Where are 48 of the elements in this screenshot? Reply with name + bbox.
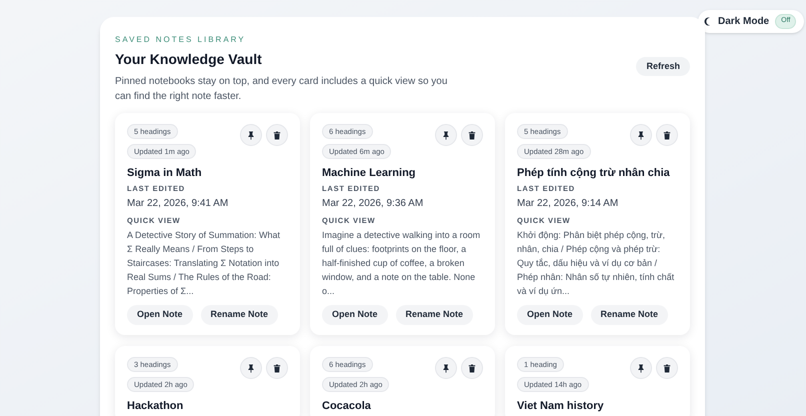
open-note-button[interactable]: Open Note bbox=[322, 305, 388, 325]
last-edited-date: Mar 22, 2026, 9:41 AM bbox=[127, 197, 230, 210]
trash-icon bbox=[663, 364, 671, 372]
open-note-button[interactable]: Open Note bbox=[127, 305, 193, 325]
trash-icon bbox=[273, 364, 281, 372]
trash-icon bbox=[273, 130, 281, 140]
note-preview: Khởi động: Phân biệt phép cộng, trừ, nhân, chia / Phép cộng và phép trừ: Quy tắc, dấu hiệu và ví dụ cơ bản / Phép nhân: Nhân số tự nhiên, tính chất và ví dụ ứn... bbox=[517, 229, 676, 298]
eyebrow-label: SAVED NOTES LIBRARY bbox=[115, 34, 247, 46]
pin-icon bbox=[247, 130, 255, 140]
pin-button[interactable] bbox=[435, 357, 457, 379]
pin-button[interactable] bbox=[630, 124, 652, 146]
note-title: Cocacola bbox=[322, 399, 372, 413]
delete-button[interactable] bbox=[266, 124, 288, 146]
note-preview: Imagine a detective walking into a room full of clues: footprints on the floor, a half-finished cup of coffee, a broken window, and a note on the table. None o... bbox=[322, 229, 482, 298]
pin-button[interactable] bbox=[435, 124, 457, 146]
note-title: Machine Learning bbox=[322, 166, 417, 180]
pin-icon bbox=[637, 364, 645, 372]
rename-note-button[interactable]: Rename Note bbox=[590, 305, 668, 325]
pin-button[interactable] bbox=[240, 124, 262, 146]
note-title: Sigma in Math bbox=[127, 166, 203, 180]
delete-button[interactable] bbox=[266, 357, 288, 379]
open-note-button[interactable]: Open Note bbox=[517, 305, 583, 325]
note-title: Viet Nam history bbox=[517, 399, 605, 413]
delete-button[interactable] bbox=[461, 357, 483, 379]
pin-icon bbox=[637, 130, 645, 140]
page-description: Pinned notebooks stay on top, and every card includes a quick view so you can find the right note faster. bbox=[115, 75, 448, 104]
rename-note-button[interactable]: Rename Note bbox=[200, 305, 278, 325]
refresh-button[interactable]: Refresh bbox=[636, 57, 690, 76]
pin-icon bbox=[442, 364, 450, 372]
trash-icon bbox=[468, 364, 476, 372]
last-edited-date: Mar 22, 2026, 9:36 AM bbox=[322, 197, 424, 210]
pin-icon bbox=[247, 364, 255, 372]
delete-button[interactable] bbox=[656, 357, 678, 379]
pin-button[interactable] bbox=[630, 357, 652, 379]
note-preview: A Detective Story of Summation: What Σ Really Means / From Steps to Staircases: Translating Σ Notation into Real Sums / The Rules of the Road: Properties of Σ... bbox=[127, 229, 282, 298]
moon-icon bbox=[704, 17, 712, 26]
note-title: Phép tính cộng trừ nhân chia bbox=[517, 166, 671, 180]
pin-button[interactable] bbox=[240, 357, 262, 379]
delete-button[interactable] bbox=[461, 124, 483, 146]
trash-icon bbox=[663, 130, 671, 140]
page-title: Your Knowledge Vault bbox=[115, 50, 263, 69]
pin-icon bbox=[442, 130, 450, 140]
note-title: Hackathon bbox=[127, 399, 184, 413]
delete-button[interactable] bbox=[656, 124, 678, 146]
dark-mode-label[interactable]: Dark Mode bbox=[718, 14, 770, 29]
rename-note-button[interactable]: Rename Note bbox=[396, 305, 474, 325]
trash-icon bbox=[468, 130, 476, 140]
last-edited-date: Mar 22, 2026, 9:14 AM bbox=[517, 197, 620, 210]
